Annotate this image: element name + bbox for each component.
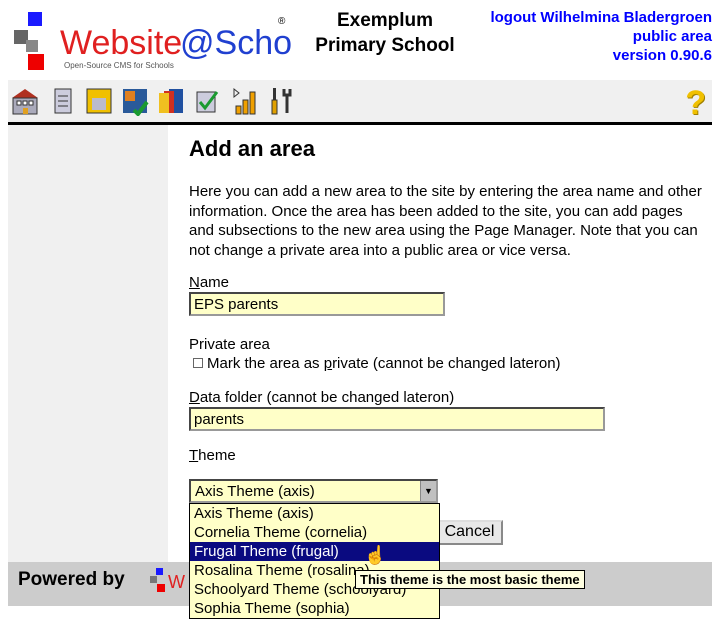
theme-option-highlighted[interactable]: Frugal Theme (frugal)	[190, 542, 439, 561]
logo[interactable]: Website @School Open-Source CMS for Scho…	[12, 10, 318, 76]
svg-text:Website: Website	[60, 24, 182, 62]
theme-label: Theme	[189, 447, 709, 465]
label-text: heme	[198, 447, 236, 464]
puzzle-icon[interactable]	[120, 86, 150, 118]
svg-text:Open-Source CMS for Schools: Open-Source CMS for Schools	[64, 61, 174, 70]
theme-select[interactable]: Axis Theme (axis) ▼	[189, 479, 438, 503]
page-title: Add an area	[189, 136, 315, 161]
theme-option[interactable]: Axis Theme (axis)	[190, 504, 439, 523]
folder-input[interactable]	[189, 407, 605, 431]
user-box: logout Wilhelmina Bladergroen public are…	[490, 8, 712, 65]
page-icon[interactable]	[48, 86, 78, 116]
faces-icon[interactable]	[156, 86, 186, 116]
cancel-button[interactable]: Cancel	[436, 520, 503, 545]
hand-cursor-icon: ☝	[364, 545, 387, 565]
toolbar	[8, 80, 712, 122]
sidebar	[8, 125, 168, 562]
name-input[interactable]	[189, 292, 445, 316]
powered-by-text: Powered by	[18, 569, 125, 590]
name-label: Name	[189, 274, 709, 292]
accesskey: D	[189, 389, 200, 406]
theme-dropdown-list: Axis Theme (axis) Cornelia Theme (cornel…	[189, 503, 440, 619]
svg-text:®: ®	[278, 16, 286, 27]
intro-text: Here you can add a new area to the site …	[189, 183, 702, 259]
private-row: Mark the area as private (cannot be chan…	[189, 354, 709, 373]
help-icon[interactable]: ?	[685, 84, 706, 123]
school-line2: Primary School	[315, 35, 455, 56]
checklist-icon[interactable]	[192, 86, 222, 116]
label-text: ame	[199, 274, 230, 291]
logout-link[interactable]: logout Wilhelmina Bladergroen	[490, 8, 712, 27]
area-link[interactable]: public area	[490, 27, 712, 46]
school-line1: Exemplum	[336, 10, 434, 31]
footer-logo[interactable]: W	[148, 566, 188, 596]
accesskey: T	[189, 447, 199, 464]
private-checkbox[interactable]	[193, 358, 203, 368]
theme-option[interactable]: Sophia Theme (sophia)	[190, 599, 439, 618]
selected-value: Axis Theme (axis)	[195, 483, 315, 500]
version-link[interactable]: version 0.90.6	[490, 46, 712, 65]
accesskey: p	[323, 355, 333, 372]
home-icon[interactable]	[10, 86, 40, 116]
svg-text:@School: @School	[180, 24, 292, 62]
svg-text:W: W	[168, 572, 185, 592]
folder-label: Data folder (cannot be changed lateron)	[189, 389, 709, 407]
school-name: Exemplum Primary School	[300, 8, 470, 58]
label-text: ata folder (cannot be changed lateron)	[199, 389, 455, 406]
chevron-down-icon[interactable]: ▼	[420, 481, 436, 501]
tooltip: This theme is the most basic theme	[355, 570, 585, 589]
theme-option[interactable]: Cornelia Theme (cornelia)	[190, 523, 439, 542]
accesskey: N	[189, 274, 200, 291]
main-content: Add an area Here you can add a new area …	[189, 136, 709, 465]
private-label: Private area	[189, 336, 270, 353]
checkbox-label: Mark the area as	[207, 355, 324, 372]
tools-icon[interactable]	[266, 86, 296, 116]
checkbox-label-rest: rivate (cannot be changed lateron)	[332, 355, 561, 372]
floppy-icon[interactable]	[84, 86, 114, 116]
chart-icon[interactable]	[230, 86, 260, 116]
